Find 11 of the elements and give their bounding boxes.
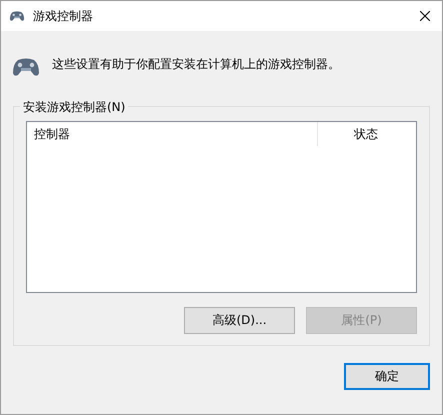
advanced-button[interactable]: 高级(D)... <box>184 307 295 334</box>
gamepad-icon <box>12 56 40 78</box>
controller-list[interactable]: 控制器 状态 <box>26 121 417 293</box>
ok-button[interactable]: 确定 <box>344 363 430 390</box>
description-text: 这些设置有助于你配置安装在计算机上的游戏控制器。 <box>52 56 340 72</box>
group-label: 安装游戏控制器(N) <box>20 99 128 116</box>
column-header[interactable]: 状态 <box>318 126 414 142</box>
gamepad-icon <box>9 10 25 22</box>
close-icon[interactable] <box>420 11 430 21</box>
window-title: 游戏控制器 <box>33 8 94 24</box>
column-header[interactable]: 控制器 <box>27 122 318 146</box>
